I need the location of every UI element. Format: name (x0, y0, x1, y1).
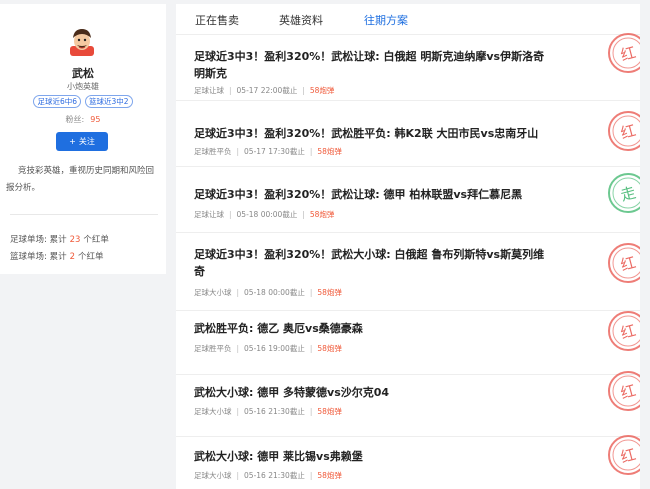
plan-meta: 足球大小球 | 05-16 21:30截止 | 58炮弹 (194, 407, 342, 416)
result-stamp-icon: 走 (608, 173, 640, 213)
tab-expert-profile[interactable]: 英雄资料 (279, 12, 323, 28)
result-stamp-text: 走 (619, 183, 638, 204)
plan-title[interactable]: 武松大小球: 德甲 多特蒙德vs沙尔克04 (194, 384, 554, 401)
expert-profile-card: 武松 小炮英雄 足球近6中6 篮球近3中2 粉丝: 95 + 关注 竞技彩英雄，重… (0, 4, 166, 274)
stat-count: 23 (69, 235, 81, 245)
result-stamp-text: 红 (619, 381, 638, 402)
plan-type: 足球大小球 (194, 407, 232, 416)
fans-count-row: 粉丝: 95 (0, 114, 166, 125)
follow-label: 关注 (78, 137, 95, 146)
plan-price: 58炮弹 (317, 471, 342, 480)
plan-type: 足球大小球 (194, 471, 232, 480)
football-stat: 足球单场: 累计 23 个红单 (10, 233, 109, 245)
expert-description: 竞技彩英雄，重视历史同期和风险回报分析。 (6, 166, 155, 193)
plan-list-item[interactable]: 武松大小球: 德甲 莱比锡vs弗赖堡 足球大小球 | 05-16 21:30截止 | 5… (176, 435, 640, 489)
result-stamp-icon: 红 (608, 435, 640, 475)
plan-type: 足球胜平负 (194, 147, 232, 156)
plan-price: 58炮弹 (309, 86, 335, 95)
result-stamp-icon: 红 (608, 111, 640, 151)
plan-title[interactable]: 足球近3中3！盈利320%！武松让球: 白俄超 明斯克迪纳摩vs伊斯洛奇明斯克 (194, 48, 554, 82)
result-stamp-text: 红 (619, 321, 638, 342)
plan-meta: 足球胜平负 | 05-16 19:00截止 | 58炮弹 (194, 344, 342, 353)
tab-past-plans[interactable]: 往期方案 (364, 12, 408, 28)
plan-deadline: 05-17 17:30截止 (244, 147, 305, 156)
plan-deadline: 05-16 21:30截止 (244, 471, 305, 480)
plan-title[interactable]: 足球近3中3！盈利320%！武松胜平负: 韩K2联 大田市民vs忠南牙山 (194, 125, 554, 142)
plan-title[interactable]: 足球近3中3！盈利320%！武松让球: 德甲 柏林联盟vs拜仁慕尼黑 (194, 186, 554, 203)
plan-deadline: 05-18 00:00截止 (236, 210, 298, 219)
plan-deadline: 05-16 21:30截止 (244, 407, 305, 416)
stat-suffix: 个红单 (83, 235, 109, 245)
plan-price: 58炮弹 (317, 147, 342, 156)
basketball-stat: 篮球单场: 累计 2 个红单 (10, 250, 104, 262)
stat-suffix: 个红单 (78, 252, 104, 262)
plan-title[interactable]: 武松大小球: 德甲 莱比锡vs弗赖堡 (194, 448, 554, 465)
plan-price: 58炮弹 (317, 288, 342, 297)
plan-list-item[interactable]: 武松大小球: 德甲 多特蒙德vs沙尔克04 足球大小球 | 05-16 21:30截… (176, 371, 640, 437)
avatar (70, 29, 94, 56)
plan-price: 58炮弹 (317, 407, 342, 416)
plan-type: 足球让球 (194, 86, 224, 95)
result-stamp-text: 红 (619, 43, 638, 64)
plan-meta: 足球大小球 | 05-18 00:00截止 | 58炮弹 (194, 288, 342, 297)
divider (10, 214, 158, 215)
plan-deadline: 05-16 19:00截止 (244, 344, 305, 353)
record-badges: 足球近6中6 篮球近3中2 (0, 95, 166, 108)
stat-count: 2 (69, 252, 75, 262)
plan-title[interactable]: 足球近3中3！盈利320%！武松大小球: 白俄超 鲁布列斯特vs斯莫列维奇 (194, 246, 554, 280)
plan-deadline: 05-17 22:00截止 (236, 86, 298, 95)
expert-name: 武松 (72, 67, 94, 80)
stat-label: 篮球单场: 累计 (10, 252, 67, 262)
plan-title[interactable]: 武松胜平负: 德乙 奥厄vs桑德豪森 (194, 320, 554, 337)
fans-count: 95 (90, 115, 101, 124)
plan-price: 58炮弹 (309, 210, 335, 219)
plus-icon: + (69, 137, 76, 146)
plan-meta: 足球胜平负 | 05-17 17:30截止 | 58炮弹 (194, 147, 342, 156)
stat-label: 足球单场: 累计 (10, 235, 67, 245)
tab-on-sale[interactable]: 正在售卖 (195, 12, 239, 28)
expert-title: 小炮英雄 (67, 82, 99, 91)
plan-list-item[interactable]: 武松胜平负: 德乙 奥厄vs桑德豪森 足球胜平负 | 05-16 19:00截止 | 5… (176, 311, 640, 375)
result-stamp-icon: 红 (608, 311, 640, 351)
result-stamp-icon: 红 (608, 243, 640, 283)
plan-price: 58炮弹 (317, 344, 342, 353)
main-panel: 正在售卖 英雄资料 往期方案 足球近3中3！盈利320%！武松让球: 白俄超 明… (176, 4, 640, 489)
result-stamp-icon: 红 (608, 371, 640, 411)
result-stamp-text: 红 (619, 121, 638, 142)
plan-type: 足球大小球 (194, 288, 232, 297)
plan-deadline: 05-18 00:00截止 (244, 288, 305, 297)
plan-type: 足球让球 (194, 210, 224, 219)
result-stamp-icon: 红 (608, 33, 640, 73)
record-badge: 足球近6中6 (33, 95, 81, 108)
plan-meta: 足球大小球 | 05-16 21:30截止 | 58炮弹 (194, 471, 342, 480)
plan-list-item[interactable]: 足球近3中3！盈利320%！武松让球: 白俄超 明斯克迪纳摩vs伊斯洛奇明斯克 … (176, 33, 640, 101)
plan-meta: 足球让球 | 05-18 00:00截止 | 58炮弹 (194, 210, 335, 219)
plan-list-item[interactable]: 足球近3中3！盈利320%！武松胜平负: 韩K2联 大田市民vs忠南牙山 足球胜… (176, 101, 640, 167)
plan-type: 足球胜平负 (194, 344, 232, 353)
follow-button[interactable]: + 关注 (56, 132, 108, 151)
plan-meta: 足球让球 | 05-17 22:00截止 | 58炮弹 (194, 86, 335, 95)
tab-bar: 正在售卖 英雄资料 往期方案 (176, 4, 640, 35)
plan-list-item[interactable]: 足球近3中3！盈利320%！武松大小球: 白俄超 鲁布列斯特vs斯莫列维奇 足球… (176, 233, 640, 311)
result-stamp-text: 红 (619, 445, 638, 466)
record-badge: 篮球近3中2 (85, 95, 133, 108)
result-stamp-text: 红 (619, 253, 638, 274)
fans-label: 粉丝: (65, 115, 85, 124)
plan-list-item[interactable]: 足球近3中3！盈利320%！武松让球: 德甲 柏林联盟vs拜仁慕尼黑 足球让球 |… (176, 167, 640, 233)
